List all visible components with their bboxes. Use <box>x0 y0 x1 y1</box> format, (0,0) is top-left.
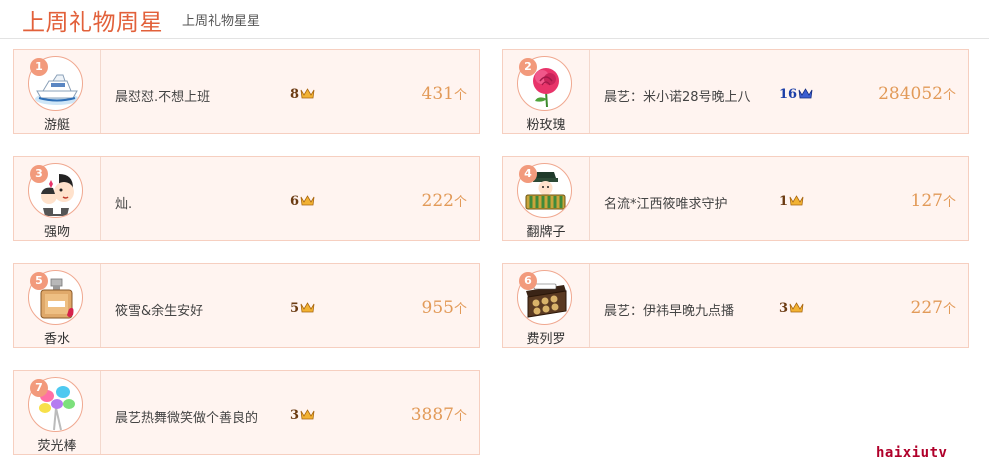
gift-count-unit: 个 <box>453 409 467 424</box>
crown-icon <box>300 409 315 420</box>
user-name[interactable]: 灿. <box>115 193 132 212</box>
gift-star-card[interactable]: 3 强吻 灿. 6 222个 <box>13 156 480 241</box>
gift-count: 284052个 <box>878 84 956 104</box>
rank-badge: 6 <box>519 272 537 290</box>
user-name[interactable]: 晨怼怼.不想上班 <box>115 86 210 105</box>
gift-count-value: 431 <box>421 84 454 104</box>
gift-name: 香水 <box>43 332 70 347</box>
gift-count-unit: 个 <box>453 88 467 103</box>
gift-star-card[interactable]: 7 荧光棒 晨艺热舞微笑做个善良的 3 3887个 <box>13 370 480 455</box>
gift-count: 127个 <box>911 191 956 211</box>
gift-count-unit: 个 <box>453 195 467 210</box>
gift-column: 5 香水 <box>14 264 101 347</box>
gift-column: 7 荧光棒 <box>14 371 101 454</box>
level-number: 8 <box>290 87 300 102</box>
user-name[interactable]: 筱雪&余生安好 <box>115 300 203 319</box>
level-number: 16 <box>779 87 798 102</box>
gift-count: 955个 <box>422 298 467 318</box>
gift-star-card[interactable]: 2 粉玫瑰 晨艺：米小诺28号晚上八 16 284052个 <box>502 49 969 134</box>
gift-column: 2 粉玫瑰 <box>503 50 590 133</box>
user-name[interactable]: 晨艺热舞微笑做个善良的 <box>115 407 258 426</box>
user-name[interactable]: 晨艺：伊祎早晚九点播 <box>604 300 734 319</box>
crown-icon <box>789 195 804 206</box>
rank-badge: 3 <box>30 165 48 183</box>
level-number: 3 <box>779 301 789 316</box>
gift-column: 1 游艇 <box>14 50 101 133</box>
gift-name: 粉玫瑰 <box>526 118 566 133</box>
gift-name: 强吻 <box>43 225 70 240</box>
gift-count-value: 222 <box>421 191 454 211</box>
user-level: 3 <box>779 301 804 316</box>
user-level: 3 <box>290 408 315 423</box>
crown-icon <box>789 302 804 313</box>
gift-star-card[interactable]: 6 费列罗 晨艺：伊祎早晚九点播 3 227个 <box>502 263 969 348</box>
gift-name: 游艇 <box>43 118 70 133</box>
rank-badge: 2 <box>519 58 537 76</box>
gift-column: 4 翻牌子 <box>503 157 590 240</box>
gift-count-value: 3887 <box>410 405 454 425</box>
user-level: 5 <box>290 301 315 316</box>
crown-icon <box>798 88 813 99</box>
page-header: 上周礼物周星 上周礼物星星 <box>0 0 989 39</box>
gift-star-card[interactable]: 5 香水 筱雪&余生安好 5 955个 <box>13 263 480 348</box>
user-name[interactable]: 名流*江西筱唯求守护 <box>604 193 728 212</box>
level-number: 6 <box>290 194 300 209</box>
gift-count: 227个 <box>911 298 956 318</box>
rank-badge: 7 <box>30 379 48 397</box>
gift-star-card[interactable]: 4 翻牌子 名流*江西筱唯求守护 1 127个 <box>502 156 969 241</box>
gift-column: 6 费列罗 <box>503 264 590 347</box>
page-title: 上周礼物周星 <box>22 10 163 36</box>
user-level: 8 <box>290 87 315 102</box>
user-level: 6 <box>290 194 315 209</box>
rank-badge: 1 <box>30 58 48 76</box>
gift-column: 3 强吻 <box>14 157 101 240</box>
level-number: 3 <box>290 408 300 423</box>
gift-count-value: 227 <box>910 298 943 318</box>
gift-count-unit: 个 <box>942 195 956 210</box>
gift-count-unit: 个 <box>942 302 956 317</box>
gift-star-card[interactable]: 1 游艇 晨怼怼.不想上班 8 431个 <box>13 49 480 134</box>
gift-count-value: 284052 <box>878 84 943 104</box>
rank-badge: 4 <box>519 165 537 183</box>
user-level: 16 <box>779 87 813 102</box>
gift-count-unit: 个 <box>942 88 956 103</box>
crown-icon <box>300 302 315 313</box>
page-subtitle: 上周礼物星星 <box>182 14 261 29</box>
level-number: 5 <box>290 301 300 316</box>
user-level: 1 <box>779 194 804 209</box>
gift-count: 431个 <box>422 84 467 104</box>
user-name[interactable]: 晨艺：米小诺28号晚上八 <box>604 86 751 105</box>
gift-count-value: 127 <box>910 191 943 211</box>
rank-badge: 5 <box>30 272 48 290</box>
gift-count-value: 955 <box>421 298 454 318</box>
watermark: haixiutv <box>876 445 948 461</box>
crown-icon <box>300 88 315 99</box>
gift-count-unit: 个 <box>453 302 467 317</box>
gift-name: 荧光棒 <box>37 439 77 454</box>
gift-name: 费列罗 <box>526 332 566 347</box>
gift-name: 翻牌子 <box>526 225 566 240</box>
level-number: 1 <box>779 194 789 209</box>
gift-count: 3887个 <box>411 405 467 425</box>
crown-icon <box>300 195 315 206</box>
gift-count: 222个 <box>422 191 467 211</box>
